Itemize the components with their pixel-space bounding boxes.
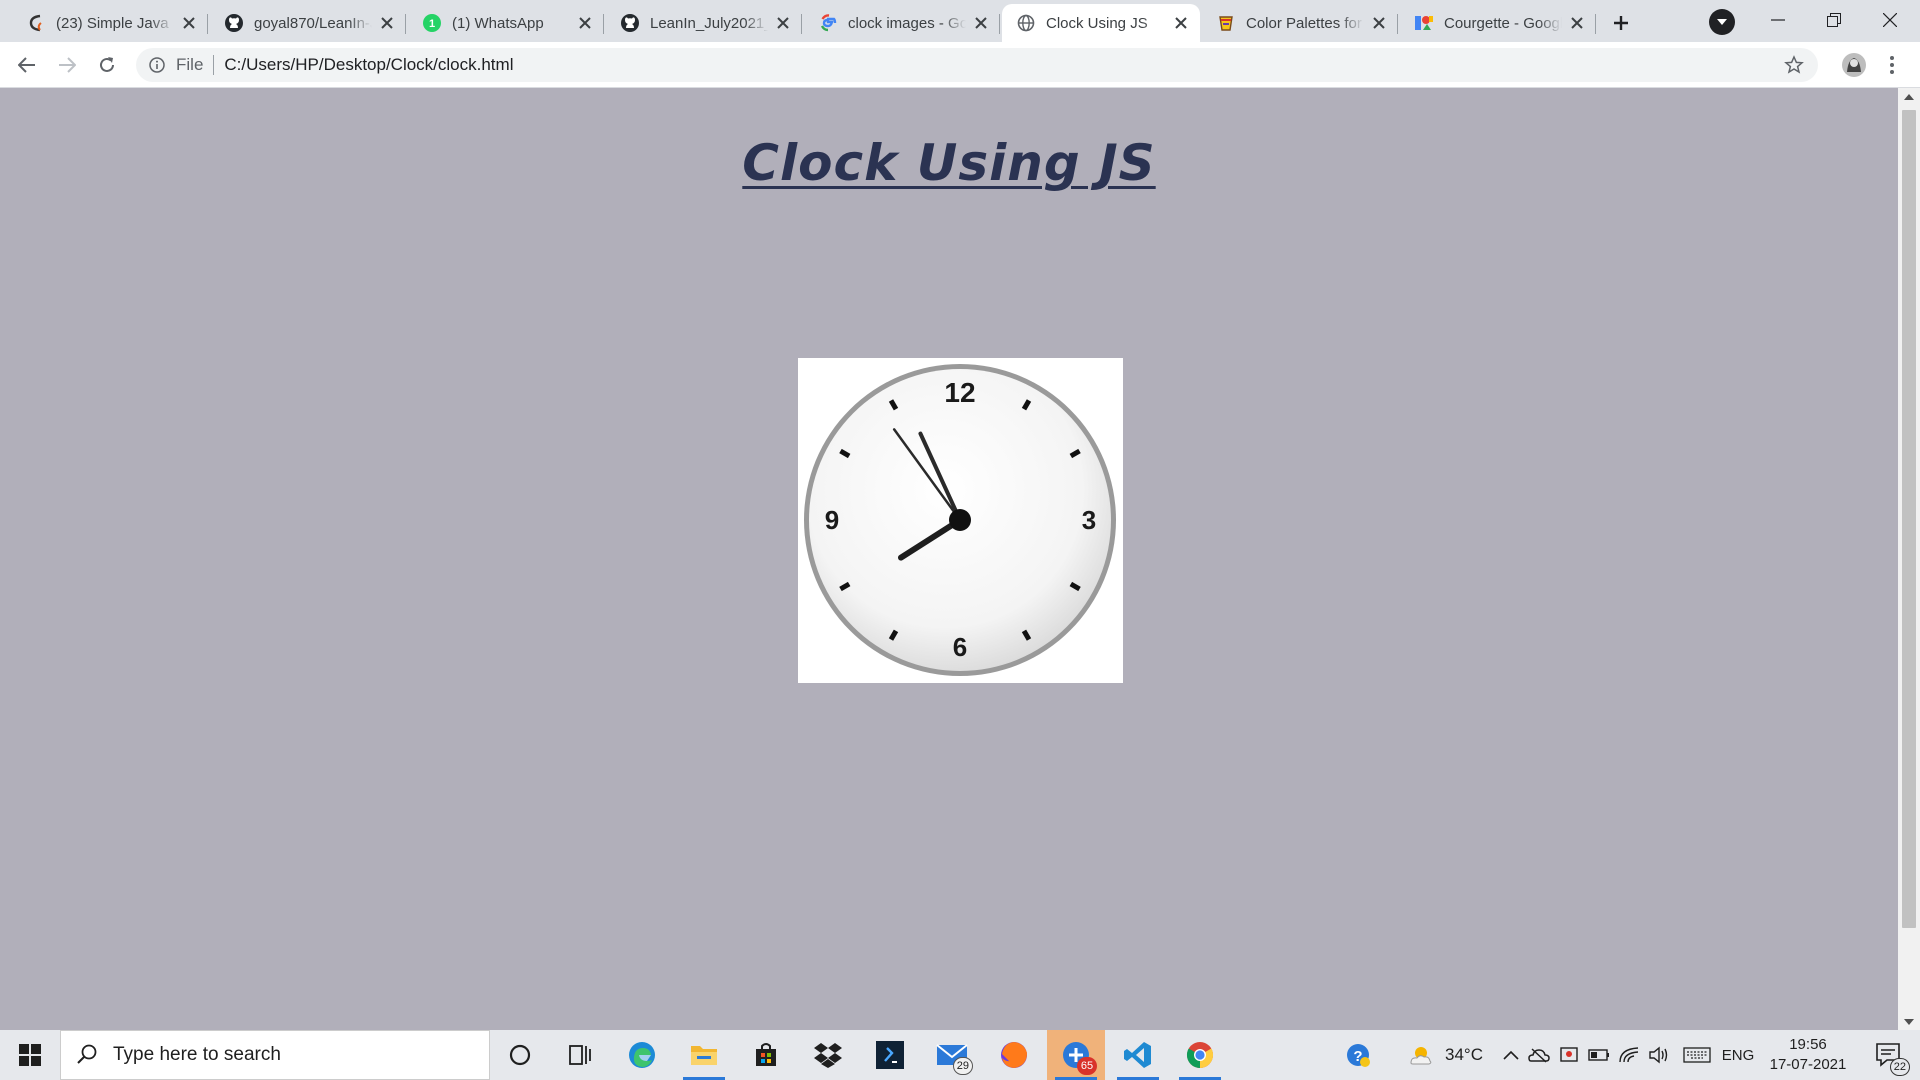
address-scheme: File (176, 55, 204, 74)
paint-icon (1216, 13, 1236, 33)
wifi-icon[interactable] (1616, 1030, 1642, 1080)
tab-title: (1) WhatsApp (452, 14, 544, 32)
globe-icon (1016, 13, 1036, 33)
weather-icon[interactable] (1404, 1030, 1438, 1080)
taskbar-time: 19:56 (1789, 1036, 1827, 1053)
analog-clock: 12 3 6 9 (798, 358, 1123, 683)
github-icon (620, 13, 640, 33)
back-button[interactable] (12, 50, 42, 80)
file-explorer-icon[interactable] (675, 1030, 733, 1080)
windows-taskbar: Type here to search 29 65 ? 34°C ENG 19:… (0, 1030, 1920, 1080)
tab-title: Color Palettes for (1246, 14, 1362, 32)
numeral-3: 3 (1082, 505, 1096, 535)
minimize-button[interactable] (1750, 0, 1806, 40)
mail-icon[interactable]: 29 (923, 1030, 981, 1080)
notifications-icon[interactable]: 22 (1864, 1030, 1914, 1080)
clock-face: 12 3 6 9 (804, 364, 1116, 676)
weather-temp[interactable]: 34°C (1438, 1030, 1490, 1080)
tab-search-button[interactable] (1709, 9, 1735, 35)
google-fonts-icon (1414, 13, 1434, 33)
tab-simple-java[interactable]: (23) Simple Java Script Clock (12, 4, 208, 42)
keyboard-icon[interactable] (1680, 1030, 1714, 1080)
tab-clock-images[interactable]: clock images - Google Search (804, 4, 1000, 42)
tab-title: LeanIn_July2021_W (650, 14, 768, 32)
task-view-icon[interactable] (551, 1030, 609, 1080)
scrollbar-thumb[interactable] (1902, 110, 1916, 928)
search-placeholder: Type here to search (113, 1044, 281, 1065)
close-tab-icon[interactable] (378, 14, 396, 32)
taskbar-date: 17-07-2021 (1769, 1056, 1847, 1073)
onedrive-icon[interactable] (1526, 1030, 1552, 1080)
vertical-scrollbar[interactable] (1898, 88, 1920, 1030)
firefox-icon[interactable] (985, 1030, 1043, 1080)
close-tab-icon[interactable] (1568, 14, 1586, 32)
restore-button[interactable] (1806, 0, 1862, 40)
whatsapp-icon: 1 (422, 13, 442, 33)
app-badge: 65 (1077, 1057, 1097, 1075)
close-tab-icon[interactable] (180, 14, 198, 32)
tab-clock-using-js[interactable]: Clock Using JS (1002, 4, 1200, 42)
numeral-12: 12 (944, 377, 975, 408)
tab-whatsapp[interactable]: 1 (1) WhatsApp (408, 4, 604, 42)
battery-icon[interactable] (1586, 1030, 1612, 1080)
volume-icon[interactable] (1646, 1030, 1672, 1080)
address-url[interactable]: C:/Users/HP/Desktop/Clock/clock.html (224, 55, 513, 75)
scroll-down-arrow-icon[interactable] (1898, 1013, 1920, 1030)
more-menu-icon[interactable] (1882, 52, 1902, 78)
powershell-icon[interactable] (861, 1030, 919, 1080)
close-tab-icon[interactable] (1172, 14, 1190, 32)
forward-button[interactable] (52, 50, 82, 80)
tab-title: Clock Using JS (1046, 14, 1148, 32)
cortana-icon[interactable] (491, 1030, 549, 1080)
codecademy-icon (26, 13, 46, 33)
help-icon[interactable]: ? (1338, 1030, 1378, 1080)
tab-strip: (23) Simple Java Script Clock goyal870/L… (0, 0, 1920, 42)
tab-color-palettes[interactable]: Color Palettes for (1202, 4, 1398, 42)
close-tab-icon[interactable] (774, 14, 792, 32)
bookmark-star-icon[interactable] (1784, 55, 1804, 75)
new-tab-button[interactable] (1606, 8, 1636, 38)
taskbar-clock[interactable]: 19:56 17-07-2021 (1760, 1035, 1856, 1075)
reload-button[interactable] (92, 50, 122, 80)
tab-title: (23) Simple Java Script Clock (56, 14, 174, 32)
tab-leanin-july[interactable]: LeanIn_July2021_W (606, 4, 802, 42)
edge-icon[interactable] (613, 1030, 671, 1080)
tab-courgette[interactable]: Courgette - Google Fonts (1400, 4, 1596, 42)
tab-title: Courgette - Google Fonts (1444, 14, 1562, 32)
browser-toolbar: File C:/Users/HP/Desktop/Clock/clock.htm… (0, 42, 1920, 88)
google-icon (818, 13, 838, 33)
profile-avatar-icon[interactable] (1840, 50, 1868, 80)
notifications-badge: 22 (1889, 1058, 1910, 1076)
dropbox-icon[interactable] (799, 1030, 857, 1080)
close-window-button[interactable] (1862, 0, 1918, 40)
tab-github-leanin[interactable]: goyal870/LeanIn-July2021 (210, 4, 406, 42)
clock-center-pin (949, 509, 971, 531)
language-indicator[interactable]: ENG (1718, 1030, 1758, 1080)
tab-title: clock images - Google Search (848, 14, 966, 32)
svg-text:1: 1 (429, 18, 435, 30)
taskbar-search-box[interactable]: Type here to search (60, 1030, 490, 1080)
start-button[interactable] (0, 1030, 60, 1080)
security-icon[interactable] (1556, 1030, 1582, 1080)
search-icon (77, 1044, 97, 1064)
close-tab-icon[interactable] (972, 14, 990, 32)
close-tab-icon[interactable] (1370, 14, 1388, 32)
page-title: Clock Using JS (742, 134, 1156, 192)
close-tab-icon[interactable] (576, 14, 594, 32)
vscode-icon[interactable] (1109, 1030, 1167, 1080)
github-icon (224, 13, 244, 33)
address-bar[interactable]: File C:/Users/HP/Desktop/Clock/clock.htm… (136, 48, 1818, 82)
scroll-up-arrow-icon[interactable] (1898, 88, 1920, 105)
page-viewport: Clock Using JS 12 3 6 9 (0, 88, 1898, 1030)
tab-title: goyal870/LeanIn-July2021 (254, 14, 372, 32)
chevron-up-icon[interactable] (1498, 1030, 1524, 1080)
chrome-icon[interactable] (1171, 1030, 1229, 1080)
numeral-6: 6 (953, 632, 967, 662)
store-icon[interactable] (737, 1030, 795, 1080)
mail-badge: 29 (952, 1057, 973, 1075)
info-icon[interactable] (148, 56, 166, 74)
numeral-9: 9 (825, 505, 839, 535)
app-icon[interactable]: 65 (1047, 1030, 1105, 1080)
